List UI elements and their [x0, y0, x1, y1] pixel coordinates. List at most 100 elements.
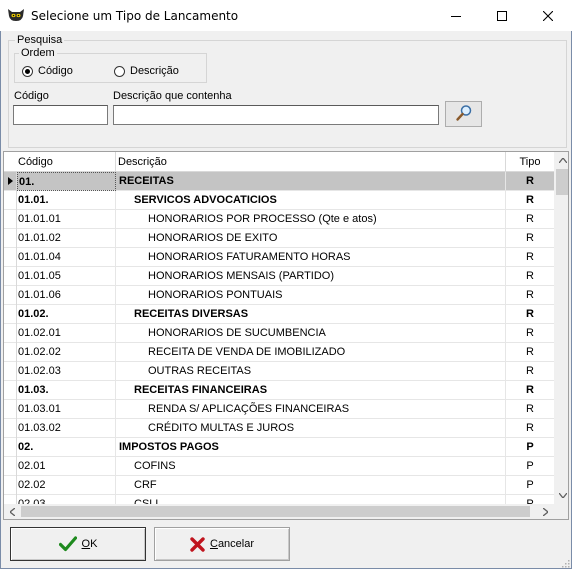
cell-description[interactable]: RECEITAS [116, 172, 506, 191]
table-row[interactable]: 01.03.02 CRÉDITO MULTAS E JUROS R [4, 419, 554, 438]
cell-type[interactable]: R [506, 381, 554, 400]
resize-grip-icon[interactable] [561, 559, 570, 568]
magnifier-icon [455, 104, 473, 125]
table-row[interactable]: 01.01.02 HONORARIOS DE EXITO R [4, 229, 554, 248]
cell-type[interactable]: R [506, 248, 554, 267]
cell-code[interactable]: 01.03.02 [17, 419, 116, 438]
cell-description[interactable]: SERVICOS ADVOCATICIOS [116, 191, 506, 210]
cell-type[interactable]: R [506, 191, 554, 210]
cell-description[interactable]: HONORARIOS PONTUAIS [116, 286, 506, 305]
cancel-button[interactable]: Cancelar [154, 527, 290, 561]
cell-description[interactable]: RECEITAS DIVERSAS [116, 305, 506, 324]
cell-code[interactable]: 01.02.03 [17, 362, 116, 381]
cell-description[interactable]: RECEITA DE VENDA DE IMOBILIZADO [116, 343, 506, 362]
ok-button[interactable]: OK [10, 527, 146, 561]
table-row[interactable]: 01.03. RECEITAS FINANCEIRAS R [4, 381, 554, 400]
scroll-down-icon[interactable] [555, 487, 568, 504]
cell-code[interactable]: 01.02.02 [17, 343, 116, 362]
table-row[interactable]: 01.02.02 RECEITA DE VENDA DE IMOBILIZADO R [4, 343, 554, 362]
cell-code[interactable]: 01.01.02 [17, 229, 116, 248]
table-row-selected[interactable]: 01. RECEITAS R [4, 172, 554, 191]
maximize-button[interactable] [479, 0, 525, 31]
cell-code[interactable]: 01.02. [17, 305, 116, 324]
table-row[interactable]: 01.02.01 HONORARIOS DE SUCUMBENCIA R [4, 324, 554, 343]
close-button[interactable] [525, 0, 571, 31]
vertical-scrollbar[interactable] [554, 152, 568, 504]
cell-code[interactable]: 01.02.01 [17, 324, 116, 343]
cell-code[interactable]: 01.01.05 [17, 267, 116, 286]
cell-description[interactable]: IMPOSTOS PAGOS [116, 438, 506, 457]
cell-code[interactable]: 01.01. [17, 191, 116, 210]
cell-description[interactable]: HONORARIOS FATURAMENTO HORAS [116, 248, 506, 267]
cell-type[interactable]: R [506, 324, 554, 343]
column-header-type[interactable]: Tipo [506, 152, 554, 172]
row-indicator [4, 438, 17, 457]
row-indicator [4, 248, 17, 267]
minimize-button[interactable] [433, 0, 479, 31]
column-header-description[interactable]: Descrição [116, 152, 506, 172]
cell-description[interactable]: OUTRAS RECEITAS [116, 362, 506, 381]
types-grid[interactable]: Código Descrição Tipo 01. RECEITAS R 01.01.… [3, 151, 569, 520]
table-row[interactable]: 01.01.04 HONORARIOS FATURAMENTO HORAS R [4, 248, 554, 267]
cell-type[interactable]: R [506, 305, 554, 324]
cell-type[interactable]: R [506, 419, 554, 438]
cell-description[interactable]: CRF [116, 476, 506, 495]
cell-description[interactable]: HONORARIOS POR PROCESSO (Qte e atos) [116, 210, 506, 229]
red-x-icon [190, 536, 205, 552]
column-header-code[interactable]: Código [17, 152, 116, 172]
cell-type[interactable]: R [506, 400, 554, 419]
horizontal-scrollbar[interactable] [4, 504, 554, 519]
cell-code[interactable]: 01.01.06 [17, 286, 116, 305]
cell-type[interactable]: P [506, 438, 554, 457]
cell-code[interactable]: 02.02 [17, 476, 116, 495]
cell-code[interactable]: 01.03. [17, 381, 116, 400]
cell-code[interactable]: 01.03.01 [17, 400, 116, 419]
cell-type[interactable]: R [506, 172, 554, 191]
cell-description[interactable]: COFINS [116, 457, 506, 476]
cell-code[interactable]: 01.01.01 [17, 210, 116, 229]
table-row[interactable]: 02.01 COFINS P [4, 457, 554, 476]
cell-type[interactable]: R [506, 286, 554, 305]
cell-description[interactable]: HONORARIOS DE EXITO [116, 229, 506, 248]
cell-description[interactable]: CRÉDITO MULTAS E JUROS [116, 419, 506, 438]
code-input[interactable] [13, 105, 108, 125]
cell-description[interactable]: HONORARIOS DE SUCUMBENCIA [116, 324, 506, 343]
cell-code[interactable]: 02. [17, 438, 116, 457]
scroll-up-icon[interactable] [555, 152, 568, 169]
vertical-scroll-thumb[interactable] [556, 169, 568, 195]
cell-type[interactable]: P [506, 457, 554, 476]
row-indicator [4, 210, 17, 229]
order-by-description-radio[interactable]: Descrição [114, 65, 179, 77]
table-row[interactable]: 01.02. RECEITAS DIVERSAS R [4, 305, 554, 324]
row-indicator [4, 267, 17, 286]
cell-description[interactable]: RECEITAS FINANCEIRAS [116, 381, 506, 400]
search-button[interactable] [445, 101, 482, 127]
table-row[interactable]: 01.02.03 OUTRAS RECEITAS R [4, 362, 554, 381]
cell-description[interactable]: RENDA S/ APLICAÇÕES FINANCEIRAS [116, 400, 506, 419]
cell-code[interactable]: 02.01 [17, 457, 116, 476]
table-row[interactable]: 02. IMPOSTOS PAGOS P [4, 438, 554, 457]
order-by-code-radio[interactable]: Código [22, 65, 73, 77]
scroll-left-icon[interactable] [4, 504, 21, 519]
table-row[interactable]: 01.01. SERVICOS ADVOCATICIOS R [4, 191, 554, 210]
cell-type[interactable]: R [506, 210, 554, 229]
cell-type[interactable]: R [506, 362, 554, 381]
cancel-label: Cancelar [209, 538, 255, 550]
table-row[interactable]: 01.01.01 HONORARIOS POR PROCESSO (Qte e a… [4, 210, 554, 229]
cell-code[interactable]: 01.01.04 [17, 248, 116, 267]
cell-type[interactable]: R [506, 229, 554, 248]
row-indicator [4, 286, 17, 305]
horizontal-scroll-thumb[interactable] [21, 506, 530, 517]
cell-description[interactable]: HONORARIOS MENSAIS (PARTIDO) [116, 267, 506, 286]
scroll-right-icon[interactable] [537, 504, 554, 519]
cell-code[interactable]: 01. [17, 172, 116, 191]
description-input[interactable] [113, 105, 439, 125]
table-row[interactable]: 01.01.06 HONORARIOS PONTUAIS R [4, 286, 554, 305]
search-group-label: Pesquisa [15, 34, 65, 46]
table-row[interactable]: 01.03.01 RENDA S/ APLICAÇÕES FINANCEIRAS R [4, 400, 554, 419]
table-row[interactable]: 02.02 CRF P [4, 476, 554, 495]
cell-type[interactable]: P [506, 476, 554, 495]
cell-type[interactable]: R [506, 343, 554, 362]
table-row[interactable]: 01.01.05 HONORARIOS MENSAIS (PARTIDO) R [4, 267, 554, 286]
cell-type[interactable]: R [506, 267, 554, 286]
